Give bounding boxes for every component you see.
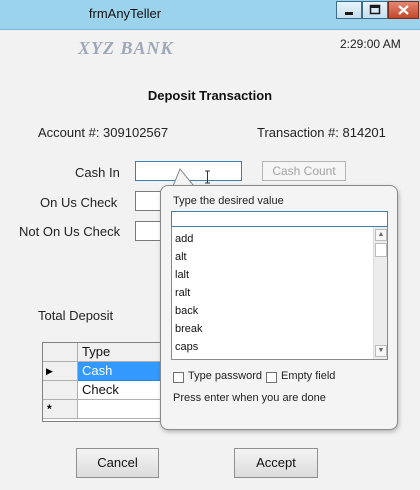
list-item[interactable]: back bbox=[175, 302, 370, 320]
maximize-icon bbox=[369, 4, 381, 15]
scroll-thumb[interactable] bbox=[375, 243, 387, 257]
type-password-checkbox[interactable] bbox=[173, 372, 184, 383]
list-item[interactable]: break bbox=[175, 320, 370, 338]
grid-cell-check[interactable]: Check bbox=[78, 381, 163, 400]
not-on-us-check-input[interactable] bbox=[135, 221, 163, 241]
grid-row-header[interactable]: * bbox=[43, 400, 78, 419]
popup-options-list[interactable]: add alt lalt ralt back break caps ▲ ▼ bbox=[171, 227, 388, 360]
list-scrollbar[interactable]: ▲ ▼ bbox=[373, 227, 387, 359]
grid-row-header[interactable]: ▶ bbox=[43, 362, 78, 381]
new-row-icon: * bbox=[47, 402, 52, 416]
deposit-type-grid[interactable]: Type ▶ Cash Check * bbox=[42, 342, 163, 422]
list-item[interactable]: alt bbox=[175, 248, 370, 266]
on-us-check-label: On Us Check bbox=[40, 195, 118, 210]
grid-corner-header bbox=[43, 343, 78, 362]
window-title: frmAnyTeller bbox=[88, 6, 162, 21]
not-on-us-check-label: Not On Us Check bbox=[19, 224, 121, 239]
page-title: Deposit Transaction bbox=[147, 88, 273, 103]
popup-hint-text: Press enter when you are done bbox=[173, 392, 326, 404]
list-item[interactable]: caps bbox=[175, 338, 370, 356]
list-item[interactable]: lalt bbox=[175, 266, 370, 284]
transaction-number-label: Transaction #: 814201 bbox=[257, 125, 386, 140]
type-password-label[interactable]: Type password bbox=[188, 370, 262, 382]
list-item[interactable]: ralt bbox=[175, 284, 370, 302]
cancel-button[interactable]: Cancel bbox=[76, 448, 159, 478]
cash-in-label: Cash In bbox=[75, 165, 120, 180]
bank-logo-text: XYZ BANK bbox=[78, 38, 174, 58]
cash-count-button[interactable]: Cash Count bbox=[262, 161, 346, 181]
list-item[interactable]: add bbox=[175, 230, 370, 248]
on-us-check-input[interactable] bbox=[135, 191, 163, 211]
popup-prompt-label: Type the desired value bbox=[173, 195, 284, 207]
account-number-label: Account #: 309102567 bbox=[38, 125, 169, 140]
clock-label: 2:29:00 AM bbox=[340, 37, 401, 51]
total-deposit-label: Total Deposit bbox=[38, 308, 114, 323]
scroll-down-icon[interactable]: ▼ bbox=[375, 345, 387, 357]
minimize-button[interactable] bbox=[336, 1, 362, 19]
empty-field-checkbox[interactable] bbox=[266, 372, 277, 383]
accept-button[interactable]: Accept bbox=[234, 448, 318, 478]
current-row-icon: ▶ bbox=[46, 366, 53, 376]
value-picker-popup: Type the desired value add alt lalt ralt… bbox=[160, 185, 398, 430]
close-button[interactable] bbox=[388, 1, 419, 19]
grid-row-header[interactable] bbox=[43, 381, 78, 400]
grid-cell-cash[interactable]: Cash bbox=[78, 362, 163, 381]
grid-column-header-type[interactable]: Type bbox=[78, 343, 163, 362]
empty-field-label[interactable]: Empty field bbox=[281, 370, 335, 382]
grid-cell-new[interactable] bbox=[78, 400, 163, 419]
close-icon bbox=[398, 5, 409, 15]
popup-value-input[interactable] bbox=[171, 211, 388, 227]
scroll-up-icon[interactable]: ▲ bbox=[375, 229, 387, 241]
maximize-button[interactable] bbox=[362, 1, 388, 19]
minimize-icon bbox=[345, 12, 353, 15]
